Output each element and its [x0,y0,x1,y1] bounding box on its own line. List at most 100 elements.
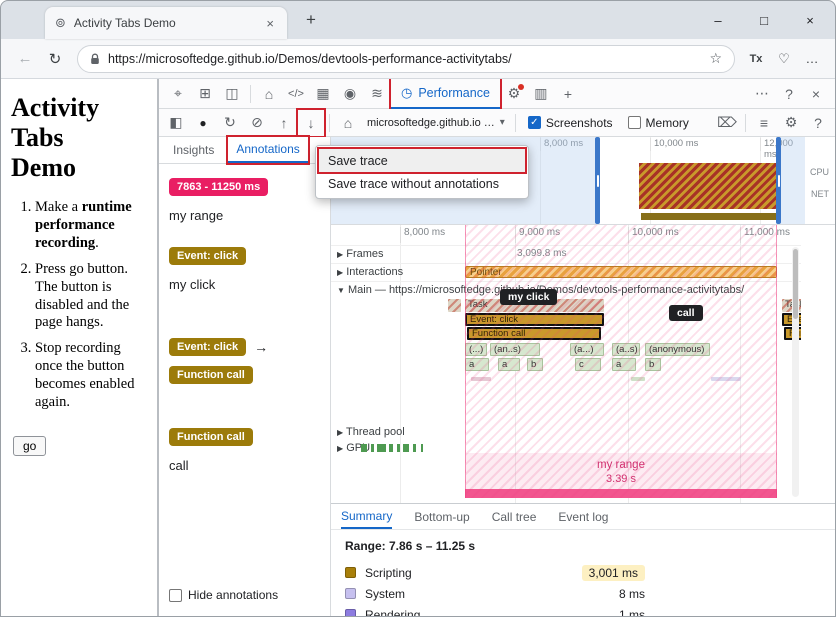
function-annotation-badge[interactable]: Function call [169,428,253,446]
list-item: Press go button. The button is disabled … [35,261,151,333]
tri-right-icon: ▶ [337,428,343,437]
tab-summary[interactable]: Summary [341,504,392,529]
browser-essentials-icon[interactable]: ♡ [771,51,797,67]
browser-tab[interactable]: ⊚ Activity Tabs Demo × [45,7,287,39]
js-frame-bar[interactable]: (...) [465,343,487,356]
menu-item-save-trace[interactable]: Save trace [319,149,525,172]
inspect-icon[interactable]: ⌖ [165,81,191,107]
performance-toolbar: ◧ ● ↻ ⊘ ↑ ↓ ⌂ microsoftedge.github.io … … [159,109,835,137]
pointer-interaction-bar[interactable]: Pointer [465,266,777,278]
js-frame-bar[interactable]: c [575,358,601,371]
memory-tab-icon[interactable]: ▥ [528,81,554,107]
live-metrics-home-icon[interactable]: ⌂ [335,110,361,136]
hide-annotations-checkbox[interactable]: Hide annotations [169,588,278,602]
welcome-tab-icon[interactable]: ⌂ [256,81,282,107]
stopwatch-icon: ◷ [401,85,412,101]
main-track-label[interactable]: ▼ Main — https://microsoftedge.github.io… [337,284,797,296]
memory-checkbox[interactable]: Memory [621,116,696,130]
upload-trace-button[interactable]: ↑ [271,110,297,136]
js-frame-bar[interactable]: a [498,358,520,371]
js-frame-bar[interactable]: a [612,358,636,371]
event-annotation-badge[interactable]: Event: click [169,247,246,265]
link-to-badge[interactable]: Function call [169,366,253,384]
clear-button[interactable]: ⊘ [244,110,270,136]
address-bar[interactable]: https://microsoftedge.github.io/Demos/de… [77,45,735,73]
toggle-sidebar-icon[interactable]: ◧ [163,110,189,136]
divider [745,114,746,132]
call-annotation-chip[interactable]: call [669,305,703,321]
function-annotation-label[interactable]: call [169,458,320,473]
js-frame-bar[interactable]: a [465,358,489,371]
tab-annotations[interactable]: Annotations [228,137,307,163]
tab-bottom-up[interactable]: Bottom-up [414,504,469,529]
go-button[interactable]: go [13,436,46,456]
event-click-bar[interactable]: Event: click [465,313,604,326]
browser-menu-icon[interactable]: … [799,51,825,66]
record-and-reload-button[interactable]: ↻ [217,110,243,136]
tab-close-icon[interactable]: × [261,15,279,32]
back-button[interactable]: ← [11,45,39,73]
js-frame-bar[interactable]: b [645,358,661,371]
flame-chart[interactable]: 8,000 ms 9,000 ms 10,000 ms 11,000 ms 3,… [331,225,801,503]
event-annotation-label[interactable]: my click [169,277,320,292]
maximize-button[interactable]: □ [741,1,787,39]
timeline-scrollbar[interactable] [792,247,799,497]
refresh-button[interactable]: ↻ [41,45,69,73]
js-frame-bar[interactable]: (anonymous) [645,343,710,356]
sources-tab-icon[interactable]: </> [283,81,309,107]
gpu-activity [403,444,409,452]
link-from-badge[interactable]: Event: click [169,338,246,356]
interactions-row-label[interactable]: ▶ Interactions [337,266,403,278]
tab-call-tree[interactable]: Call tree [492,504,537,529]
perf-settings-gear-icon[interactable]: ⚙ [778,110,804,136]
settings-gear-icon[interactable]: ⚙ [501,81,527,107]
legend-value: 1 ms [619,608,645,617]
new-tab-button[interactable]: + [299,10,323,30]
devtools-help-icon[interactable]: ? [776,81,802,107]
tab-performance[interactable]: ◷ Performance [391,79,500,109]
summary-body: Range: 7.86 s – 11.25 s Scripting 3,001 … [331,530,835,617]
my-click-annotation-chip[interactable]: my click [500,289,557,305]
record-button[interactable]: ● [190,110,216,136]
cpu-label: CPU [810,167,829,177]
translate-icon[interactable]: Tx [743,53,769,65]
task-bar[interactable] [448,299,461,312]
favorite-star-icon[interactable]: ☆ [709,50,722,67]
minimap-right-handle[interactable] [776,137,781,224]
url-text[interactable]: https://microsoftedge.github.io/Demos/de… [108,52,701,66]
tab-insights[interactable]: Insights [165,137,222,163]
capture-settings-icon[interactable]: ≡ [751,110,777,136]
debugger-tab-icon[interactable]: ◉ [337,81,363,107]
window-close-button[interactable]: × [787,1,833,39]
scrollbar-thumb[interactable] [793,249,798,319]
minimize-button[interactable]: – [695,1,741,39]
instruction-list: Make a runtime performance recording. Pr… [11,199,151,413]
thread-pool-row-label[interactable]: ▶ Thread pool [337,426,405,438]
elements-tab-icon[interactable]: ▦ [310,81,336,107]
devtools-close-icon[interactable]: × [803,81,829,107]
trash-icon[interactable]: ⌦ [714,110,740,136]
minimap-left-handle[interactable] [595,137,600,224]
devtools-overflow-icon[interactable]: ⋯ [749,81,775,107]
function-call-bar[interactable]: Function call [467,327,601,340]
range-annotation-band[interactable]: my range 3.39 s [465,453,777,498]
js-frame-bar[interactable]: (a..s) [612,343,640,356]
frames-row-label[interactable]: ▶ Frames [337,248,384,260]
download-trace-button[interactable]: ↓ [298,110,324,136]
js-frame-bar[interactable]: (a...) [570,343,604,356]
origin-selector[interactable]: microsoftedge.github.io … ▾ [362,117,510,129]
tab-event-log[interactable]: Event log [558,504,608,529]
origin-label: microsoftedge.github.io … [367,117,495,129]
more-tabs-button[interactable]: + [555,81,581,107]
menu-item-save-trace-without-annotations[interactable]: Save trace without annotations [319,172,525,195]
range-annotation-badge[interactable]: 7863 - 11250 ms [169,178,268,196]
js-frame-bar[interactable]: (an..s) [490,343,540,356]
screenshots-checkbox[interactable]: ✓ Screenshots [521,116,620,130]
legend-row: Scripting 3,001 ms [345,562,645,583]
device-emulation-icon[interactable]: ⊞ [192,81,218,107]
network-tab-icon[interactable]: ≋ [364,81,390,107]
dock-side-icon[interactable]: ◫ [219,81,245,107]
js-frame-bar[interactable]: b [527,358,543,371]
perf-help-icon[interactable]: ? [805,110,831,136]
range-annotation-label[interactable]: my range [169,208,320,223]
